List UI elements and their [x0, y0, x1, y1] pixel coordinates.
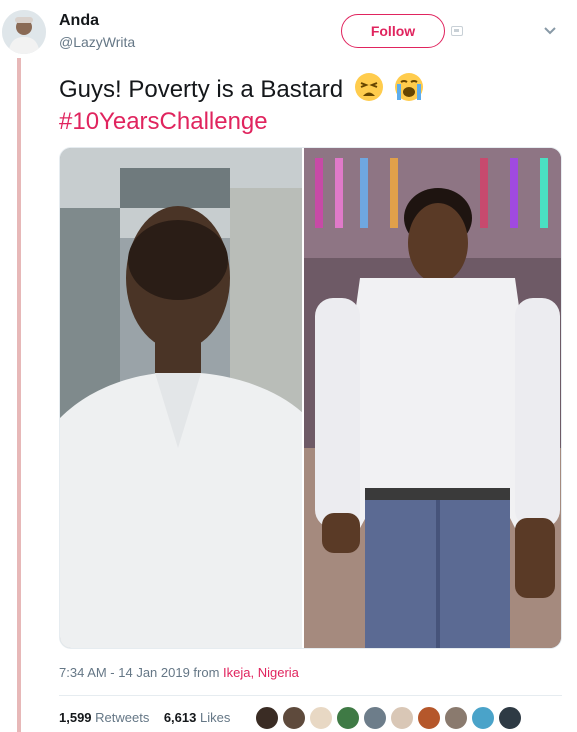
chevron-down-icon[interactable] [543, 26, 557, 36]
crying-face-emoji [395, 73, 424, 101]
liker-avatar[interactable] [471, 706, 495, 730]
liker-avatar[interactable] [363, 706, 387, 730]
liker-avatar[interactable] [309, 706, 333, 730]
location-link[interactable]: Ikeja, Nigeria [223, 665, 299, 680]
user-handle[interactable]: @LazyWrita [59, 34, 135, 50]
retweets-stat[interactable]: 1,599 Retweets [59, 710, 149, 725]
tweet-stats: 1,599 Retweets 6,613 Likes [59, 710, 230, 725]
weary-face-emoji [354, 73, 383, 101]
likes-stat[interactable]: 6,613 Likes [164, 710, 231, 725]
liker-avatar[interactable] [282, 706, 306, 730]
block-icon[interactable] [451, 26, 463, 36]
likes-count: 6,613 [163, 710, 197, 725]
liker-avatar[interactable] [417, 706, 441, 730]
timestamp-text[interactable]: 7:34 AM - 14 Jan 2019 from [59, 665, 223, 680]
retweets-label: Retweets [95, 710, 150, 725]
retweets-count: 1,599 [59, 710, 92, 725]
liker-avatar[interactable] [498, 706, 522, 730]
tweet-photo[interactable] [59, 147, 562, 649]
follow-button[interactable]: Follow [341, 14, 445, 48]
thread-line [17, 58, 21, 732]
liker-avatar[interactable] [255, 706, 279, 730]
liker-avatar[interactable] [336, 706, 360, 730]
tweet-text-content: Guys! Poverty is a Bastard [59, 76, 344, 103]
hashtag-link[interactable]: #10YearsChallenge [59, 108, 268, 136]
avatar[interactable] [2, 10, 46, 54]
liker-avatar[interactable] [390, 706, 414, 730]
tweet-timestamp: 7:34 AM - 14 Jan 2019 from Ikeja, Nigeri… [59, 665, 299, 680]
divider [59, 695, 562, 696]
display-name[interactable]: Anda [59, 12, 99, 30]
photo-collage [60, 148, 561, 648]
likes-label: Likes [200, 710, 231, 725]
liker-avatar[interactable] [444, 706, 468, 730]
tweet-text: Guys! Poverty is a Bastard [59, 72, 424, 105]
